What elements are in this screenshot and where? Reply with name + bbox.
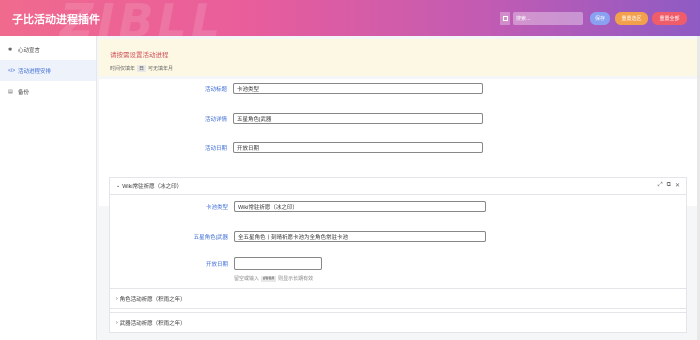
sidebar-item-label: 活动进程安排	[18, 68, 52, 75]
field-row: 活动标题	[99, 83, 483, 94]
open-date-input[interactable]	[234, 257, 322, 270]
panel-title: Wiki常驻祈愿（冰之印）	[122, 184, 183, 190]
field-row: 开放日期	[110, 257, 322, 270]
field-label: 五星角色|武器	[193, 234, 228, 241]
notice-hint-prefix: 时间仅填年	[110, 66, 136, 72]
five-star-input[interactable]	[234, 231, 486, 242]
chevron-down-icon: ⌄	[116, 183, 121, 189]
field-row: 活动详情	[99, 113, 483, 124]
notice-title: 请按需设置活动进程	[110, 52, 169, 59]
sidebar-item-declaration[interactable]: ✱ 心动宣言	[0, 39, 96, 60]
date-hint-prefix: 留空或输入	[234, 276, 260, 282]
panel-header[interactable]: ⌄ Wiki常驻祈愿（冰之印） ⤢ ⧉ ✕	[110, 178, 686, 195]
notice-box: 请按需设置活动进程 时间仅填年 日 可无填年月	[99, 39, 697, 76]
activity-detail-input[interactable]	[233, 113, 483, 124]
field-label: 活动标题	[204, 86, 227, 93]
search-input[interactable]	[513, 12, 583, 25]
app-title: 子比活动进程插件	[12, 13, 100, 26]
pool-type-input[interactable]	[234, 201, 486, 212]
sidebar-item-label: 心动宣言	[18, 47, 41, 54]
notice-hint: 时间仅填年 日 可无填年月	[110, 65, 686, 72]
character-prayer-section[interactable]: › 角色活动祈愿（积雨之年）	[109, 288, 687, 309]
top-header: ZIBLL 子比活动进程插件 保存 重置选区 重置全部	[0, 0, 700, 36]
backup-icon: ▤	[8, 88, 13, 95]
section-title: 角色活动祈愿（积雨之年）	[119, 296, 186, 303]
close-icon[interactable]: ✕	[675, 182, 680, 189]
field-row: 活动日期	[99, 142, 483, 153]
weapon-prayer-section[interactable]: › 武器活动祈愿（积雨之年）	[109, 312, 687, 333]
chevron-right-icon: ›	[116, 295, 118, 302]
field-row: 卡池类型	[110, 201, 486, 212]
activity-date-input[interactable]	[233, 142, 483, 153]
reset-section-button[interactable]: 重置选区	[615, 12, 648, 25]
field-label: 活动日期	[204, 145, 227, 152]
sidebar-item-label: 备份	[18, 89, 30, 96]
save-button[interactable]: 保存	[590, 12, 610, 25]
field-row: 五星角色|武器	[110, 231, 486, 242]
chevron-right-icon: ›	[116, 319, 118, 326]
field-label: 活动详情	[204, 116, 227, 123]
section-title: 武器活动祈愿（积雨之年）	[119, 320, 186, 327]
date-hint: 留空或输入 #### 则显示长期有效	[234, 275, 313, 282]
notice-hint-suffix: 可无填年月	[148, 66, 174, 72]
copy-icon[interactable]: ⧉	[667, 182, 671, 189]
reset-all-button[interactable]: 重置全部	[652, 12, 687, 25]
date-hint-code: ####	[261, 275, 277, 282]
field-label: 卡池类型	[205, 204, 228, 211]
sidebar-item-backup[interactable]: ▤ 备份	[0, 81, 96, 102]
panel-tools: ⤢ ⧉ ✕	[658, 182, 680, 189]
gear-icon: ✱	[8, 46, 13, 53]
sidebar-item-schedule[interactable]: </> 活动进程安排	[0, 60, 96, 81]
code-icon: </>	[8, 67, 16, 74]
main-content: 请按需设置活动进程 时间仅填年 日 可无填年月 活动标题 活动详情 活动日期 ⌄…	[97, 36, 700, 340]
sidebar: ✱ 心动宣言 </> 活动进程安排 ▤ 备份	[0, 36, 97, 340]
search-box	[500, 12, 583, 25]
notice-hint-code: 日	[137, 65, 147, 72]
search-icon[interactable]	[500, 12, 510, 25]
field-label: 开放日期	[205, 261, 228, 268]
activity-title-input[interactable]	[233, 83, 483, 94]
expand-icon[interactable]: ⤢	[658, 182, 663, 189]
date-hint-suffix: 则显示长期有效	[278, 276, 314, 282]
